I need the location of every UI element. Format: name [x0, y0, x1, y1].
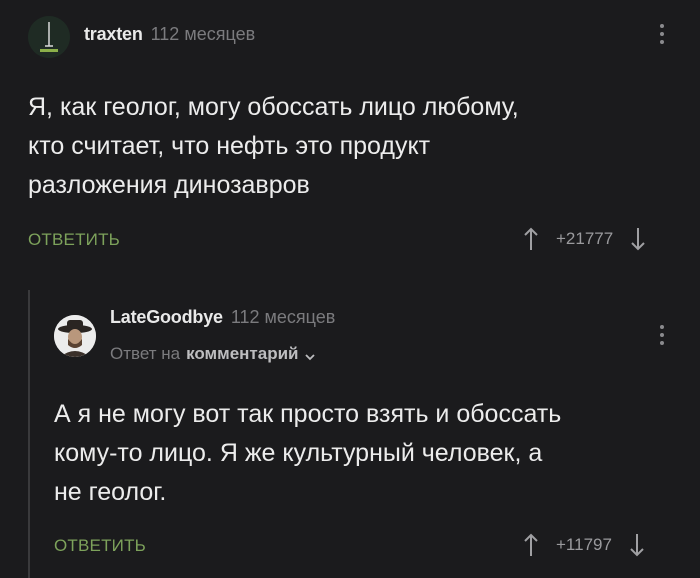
- rating: +11797: [520, 531, 648, 559]
- rating: +21777: [520, 225, 649, 253]
- parent-comment-link[interactable]: комментарий: [186, 344, 298, 364]
- comment-traxten: traxten 112 месяцев Я, как геолог, могу …: [0, 0, 700, 270]
- arrow-up-icon[interactable]: [520, 531, 542, 559]
- comment-lategoodbye: LateGoodbye 112 месяцев Ответ на коммент…: [28, 285, 700, 578]
- avatar[interactable]: [54, 315, 96, 357]
- author-line: traxten 112 месяцев: [84, 24, 255, 45]
- username[interactable]: traxten: [84, 24, 143, 45]
- score: +11797: [556, 535, 612, 554]
- comment-body: А я не могу вот так просто взять и обосс…: [54, 400, 562, 506]
- timestamp: 112 месяцев: [230, 307, 336, 327]
- reply-reference[interactable]: Ответ на комментарий: [110, 344, 316, 364]
- avatar[interactable]: [28, 16, 70, 58]
- reply-button[interactable]: ОТВЕТИТЬ: [28, 230, 120, 250]
- comment-body: Я, как геолог, могу обоссать лицо любому…: [28, 93, 519, 199]
- arrow-down-icon[interactable]: [626, 531, 648, 559]
- username[interactable]: LateGoodbye: [110, 307, 223, 328]
- timestamp: 112 месяцев: [150, 24, 256, 44]
- reply-button[interactable]: ОТВЕТИТЬ: [54, 536, 146, 556]
- arrow-down-icon[interactable]: [627, 225, 649, 253]
- arrow-up-icon[interactable]: [520, 225, 542, 253]
- chevron-down-icon[interactable]: [304, 348, 316, 361]
- score: +21777: [556, 229, 614, 248]
- reply-prefix: Ответ на: [110, 344, 181, 363]
- more-vertical-icon[interactable]: [660, 325, 666, 349]
- more-vertical-icon[interactable]: [660, 24, 666, 48]
- author-line: LateGoodbye 112 месяцев: [110, 307, 335, 328]
